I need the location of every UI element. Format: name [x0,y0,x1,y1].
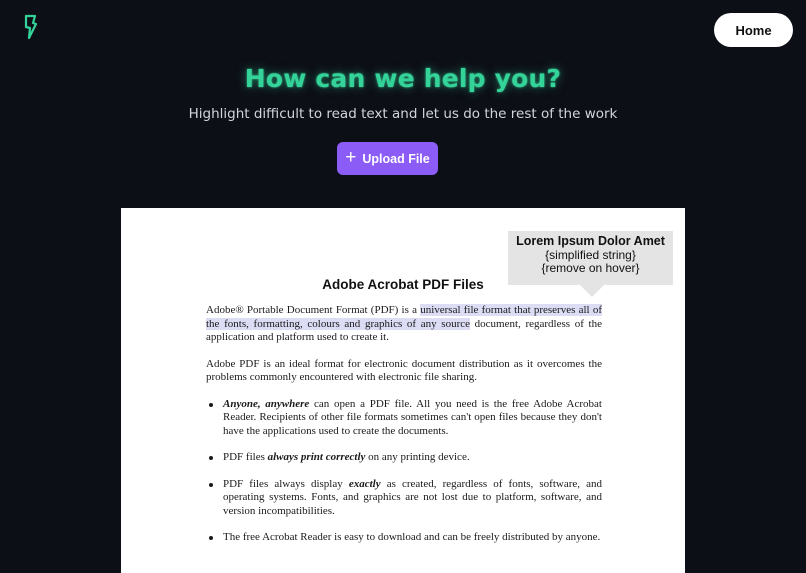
document-preview[interactable]: Lorem Ipsum Dolor Amet {simplified strin… [121,208,685,573]
tooltip-title: Lorem Ipsum Dolor Amet [516,234,665,248]
list-item: PDF files always display exactly as crea… [209,477,602,517]
list-item: Anyone, anywhere can open a PDF file. Al… [209,397,602,437]
hero-subtitle: Highlight difficult to read text and let… [188,106,618,122]
document-bullet-list: Anyone, anywhere can open a PDF file. Al… [206,398,602,545]
document-title: Adobe Acrobat PDF Files [322,277,484,292]
tooltip-line-2: {remove on hover} [541,261,640,275]
list-item: The free Acrobat Reader is easy to downl… [209,531,601,543]
bolt-logo-icon[interactable] [20,14,40,40]
document-paragraph-1: Adobe® Portable Document Format (PDF) is… [206,304,602,343]
document-body: Adobe® Portable Document Format (PDF) is… [206,304,602,558]
tooltip-line-1: {simplified string} [545,247,636,262]
upload-file-label: Upload File [362,151,430,166]
plus-icon: + [345,147,357,168]
document-paragraph-2: Adobe PDF is an ideal format for electro… [206,357,602,384]
list-item: PDF files always print correctly on any … [209,451,602,465]
upload-file-button[interactable]: + Upload File [337,142,438,175]
home-button[interactable]: Home [714,13,793,47]
hero-title: How can we help you? [244,64,562,93]
